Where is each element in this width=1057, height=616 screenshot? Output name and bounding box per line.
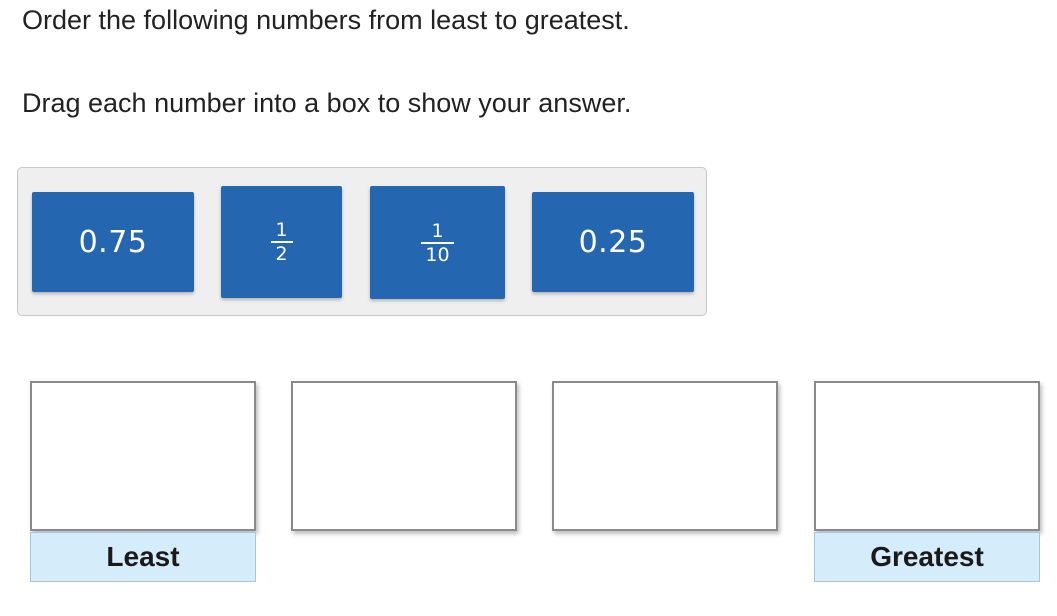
drop-box-1[interactable] [30, 381, 256, 531]
drop-box-4[interactable] [814, 381, 1040, 531]
tile-0-25[interactable]: 0.25 [532, 192, 694, 292]
greatest-label: Greatest [814, 532, 1040, 582]
fraction-numerator: 1 [275, 219, 288, 241]
tile-0-75[interactable]: 0.75 [32, 192, 194, 292]
tile-one-half[interactable]: 1 2 [221, 186, 342, 298]
fraction-denominator: 10 [425, 243, 450, 266]
tile-value: 0.25 [578, 224, 648, 260]
instruction-drag: Drag each number into a box to show your… [22, 88, 632, 118]
fraction-one-half: 1 2 [270, 219, 293, 265]
drop-box-2[interactable] [291, 381, 517, 531]
answer-tile-tray: 0.75 1 2 1 10 0.25 [17, 167, 707, 316]
least-label: Least [30, 532, 256, 582]
tile-one-tenth[interactable]: 1 10 [370, 186, 505, 299]
tile-value: 0.75 [78, 224, 148, 260]
drop-box-3[interactable] [552, 381, 778, 531]
fraction-denominator: 2 [275, 243, 288, 265]
instruction-order: Order the following numbers from least t… [22, 5, 630, 35]
fraction-one-tenth: 1 10 [421, 219, 454, 266]
fraction-numerator: 1 [431, 219, 444, 242]
